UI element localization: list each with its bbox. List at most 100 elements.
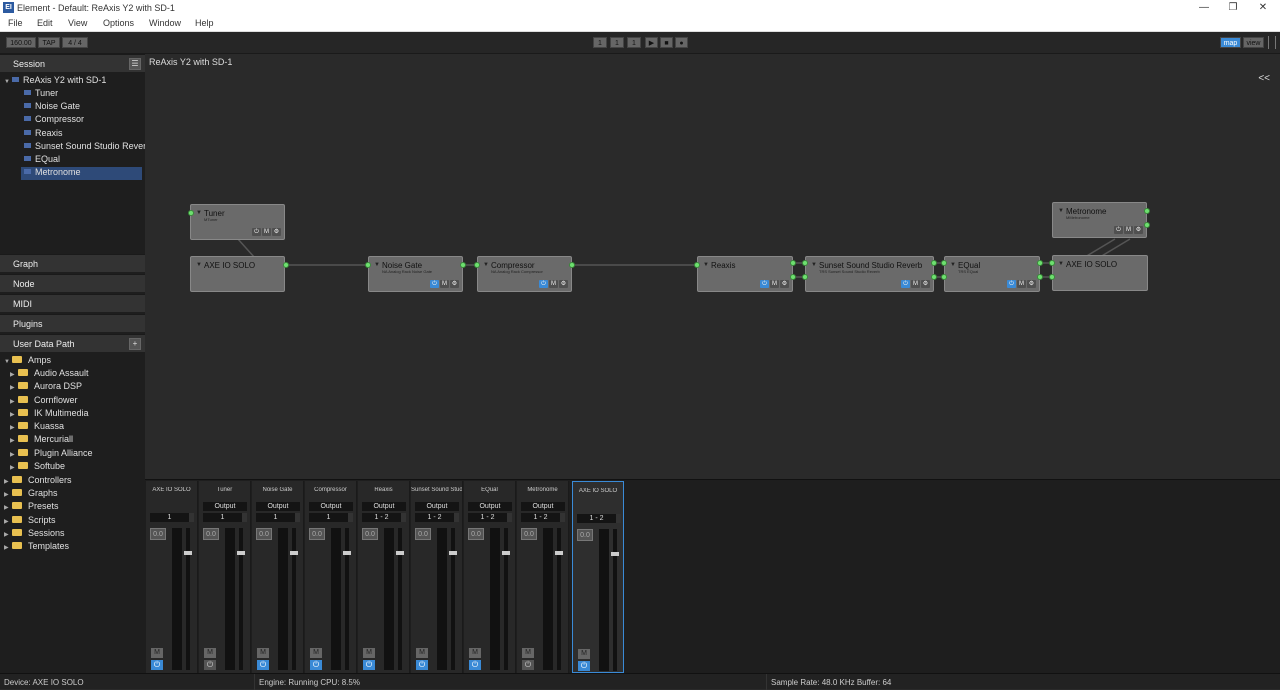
- gear-icon[interactable]: ⚙: [1134, 226, 1143, 234]
- node-menu-icon[interactable]: ▼: [950, 262, 956, 268]
- fader-handle[interactable]: [184, 551, 192, 555]
- folder-item[interactable]: ▶ Cornflower: [10, 395, 78, 408]
- node-audio-output[interactable]: ▼ AXE IO SOLO: [1052, 255, 1148, 291]
- fader-handle[interactable]: [555, 551, 563, 555]
- channel-strip[interactable]: EQual Output 1 - 2 0.0 M ⏻: [464, 481, 516, 673]
- folder-item[interactable]: ▶ Mercuriall: [10, 434, 73, 447]
- folder-item[interactable]: ▶ Aurora DSP: [10, 381, 82, 394]
- power-icon[interactable]: ⏻: [901, 280, 910, 288]
- node-equal[interactable]: ▼ EQual TRS EQual ⏻ M ⚙: [944, 256, 1040, 292]
- mute-button[interactable]: M: [151, 648, 163, 658]
- gear-icon[interactable]: ⚙: [559, 280, 568, 288]
- fader-handle[interactable]: [290, 551, 298, 555]
- channel-select[interactable]: 1: [256, 513, 300, 522]
- channel-strip[interactable]: Sunset Sound Stud... Output 1 - 2 0.0 M …: [411, 481, 463, 673]
- record-icon[interactable]: ●: [675, 37, 688, 48]
- session-node-compressor[interactable]: Compressor: [24, 114, 84, 127]
- panel-toggle-icon[interactable]: [1268, 36, 1276, 49]
- menu-help[interactable]: Help: [195, 18, 214, 28]
- input-port[interactable]: [365, 262, 371, 268]
- volume-field[interactable]: 0.0: [150, 528, 166, 540]
- gear-icon[interactable]: ⚙: [780, 280, 789, 288]
- folder-item[interactable]: ▶ Sessions: [4, 528, 65, 541]
- output-port[interactable]: [1144, 208, 1150, 214]
- power-icon[interactable]: ⏻: [416, 660, 428, 670]
- input-port[interactable]: [802, 260, 808, 266]
- session-node-reverb[interactable]: Sunset Sound Studio Reverb: [24, 141, 151, 154]
- volume-field[interactable]: 0.0: [362, 528, 378, 540]
- volume-fader[interactable]: [398, 528, 402, 670]
- volume-field[interactable]: 0.0: [203, 528, 219, 540]
- input-port[interactable]: [474, 262, 480, 268]
- maximize-icon[interactable]: ❐: [1222, 1, 1244, 14]
- volume-fader[interactable]: [239, 528, 243, 670]
- midi-section[interactable]: MIDI: [0, 294, 145, 312]
- volume-fader[interactable]: [186, 528, 190, 670]
- gear-icon[interactable]: ⚙: [921, 280, 930, 288]
- mute-button[interactable]: M: [363, 648, 375, 658]
- channel-strip[interactable]: Noise Gate Output 1 0.0 M ⏻: [252, 481, 304, 673]
- power-icon[interactable]: ⏻: [469, 660, 481, 670]
- node-menu-icon[interactable]: ▼: [196, 210, 202, 216]
- session-node-equal[interactable]: EQual: [24, 154, 60, 167]
- folder-item[interactable]: ▶ Softube: [10, 461, 65, 474]
- node-section[interactable]: Node: [0, 274, 145, 292]
- output-port[interactable]: [1144, 222, 1150, 228]
- mute-button[interactable]: M: [310, 648, 322, 658]
- input-port[interactable]: [941, 260, 947, 266]
- volume-fader[interactable]: [345, 528, 349, 670]
- node-audio-input[interactable]: ▼ AXE IO SOLO: [190, 256, 285, 292]
- node-tuner[interactable]: ▼ Tuner MTuner ⏻ M ⚙: [190, 204, 285, 240]
- volume-field[interactable]: 0.0: [521, 528, 537, 540]
- output-port[interactable]: [790, 260, 796, 266]
- graph-section[interactable]: Graph: [0, 254, 145, 272]
- node-menu-icon[interactable]: ▼: [483, 262, 489, 268]
- volume-fader[interactable]: [613, 529, 617, 671]
- node-noise-gate[interactable]: ▼ Noise Gate NA Analog Rack Noise Gate ⏻…: [368, 256, 463, 292]
- channel-select[interactable]: 1 - 2: [362, 513, 406, 522]
- menu-edit[interactable]: Edit: [37, 18, 53, 28]
- menu-options[interactable]: Options: [103, 18, 134, 28]
- folder-item[interactable]: ▶ Templates: [4, 541, 69, 554]
- input-port[interactable]: [694, 262, 700, 268]
- input-port[interactable]: [1049, 260, 1055, 266]
- volume-field[interactable]: 0.0: [577, 529, 593, 541]
- minimize-icon[interactable]: —: [1193, 1, 1215, 14]
- session-header[interactable]: Session ☰: [0, 54, 145, 72]
- power-icon[interactable]: ⏻: [257, 660, 269, 670]
- volume-fader[interactable]: [451, 528, 455, 670]
- fader-handle[interactable]: [502, 551, 510, 555]
- power-icon[interactable]: ⏻: [522, 660, 534, 670]
- volume-field[interactable]: 0.0: [468, 528, 484, 540]
- fader-handle[interactable]: [237, 551, 245, 555]
- graph-editor[interactable]: ReAxis Y2 with SD-1 << ▼ Tuner MTuner ⏻ M…: [145, 54, 1280, 479]
- folder-item[interactable]: ▶ Plugin Alliance: [10, 448, 93, 461]
- volume-fader[interactable]: [557, 528, 561, 670]
- mute-button[interactable]: M: [262, 228, 271, 236]
- mute-button[interactable]: M: [440, 280, 449, 288]
- output-port[interactable]: [931, 260, 937, 266]
- channel-strip[interactable]: Reaxis Output 1 - 2 0.0 M ⏻: [358, 481, 410, 673]
- mute-button[interactable]: M: [1017, 280, 1026, 288]
- folder-item[interactable]: ▶ IK Multimedia: [10, 408, 89, 421]
- power-icon[interactable]: ⏻: [430, 280, 439, 288]
- node-compressor[interactable]: ▼ Compressor NA Analog Rack Compressor ⏻…: [477, 256, 572, 292]
- output-port[interactable]: [569, 262, 575, 268]
- input-port[interactable]: [188, 210, 194, 216]
- session-menu-icon[interactable]: ☰: [129, 58, 141, 70]
- gear-icon[interactable]: ⚙: [450, 280, 459, 288]
- add-icon[interactable]: +: [129, 338, 141, 350]
- folder-item[interactable]: ▶ Presets: [4, 501, 59, 514]
- node-menu-icon[interactable]: ▼: [1058, 261, 1064, 267]
- folder-item[interactable]: ▶ Kuassa: [10, 421, 64, 434]
- session-node-metronome[interactable]: Metronome: [21, 167, 142, 180]
- fader-handle[interactable]: [396, 551, 404, 555]
- session-node-tuner[interactable]: Tuner: [24, 88, 58, 101]
- mute-button[interactable]: M: [257, 648, 269, 658]
- channel-strip[interactable]: Tuner Output 1 0.0 M ⏻: [199, 481, 251, 673]
- node-reaxis[interactable]: ▼ Reaxis ⏻ M ⚙: [697, 256, 793, 292]
- play-icon[interactable]: ▶: [645, 37, 658, 48]
- input-port[interactable]: [1049, 274, 1055, 280]
- channel-select[interactable]: 1: [203, 513, 247, 522]
- node-menu-icon[interactable]: ▼: [811, 262, 817, 268]
